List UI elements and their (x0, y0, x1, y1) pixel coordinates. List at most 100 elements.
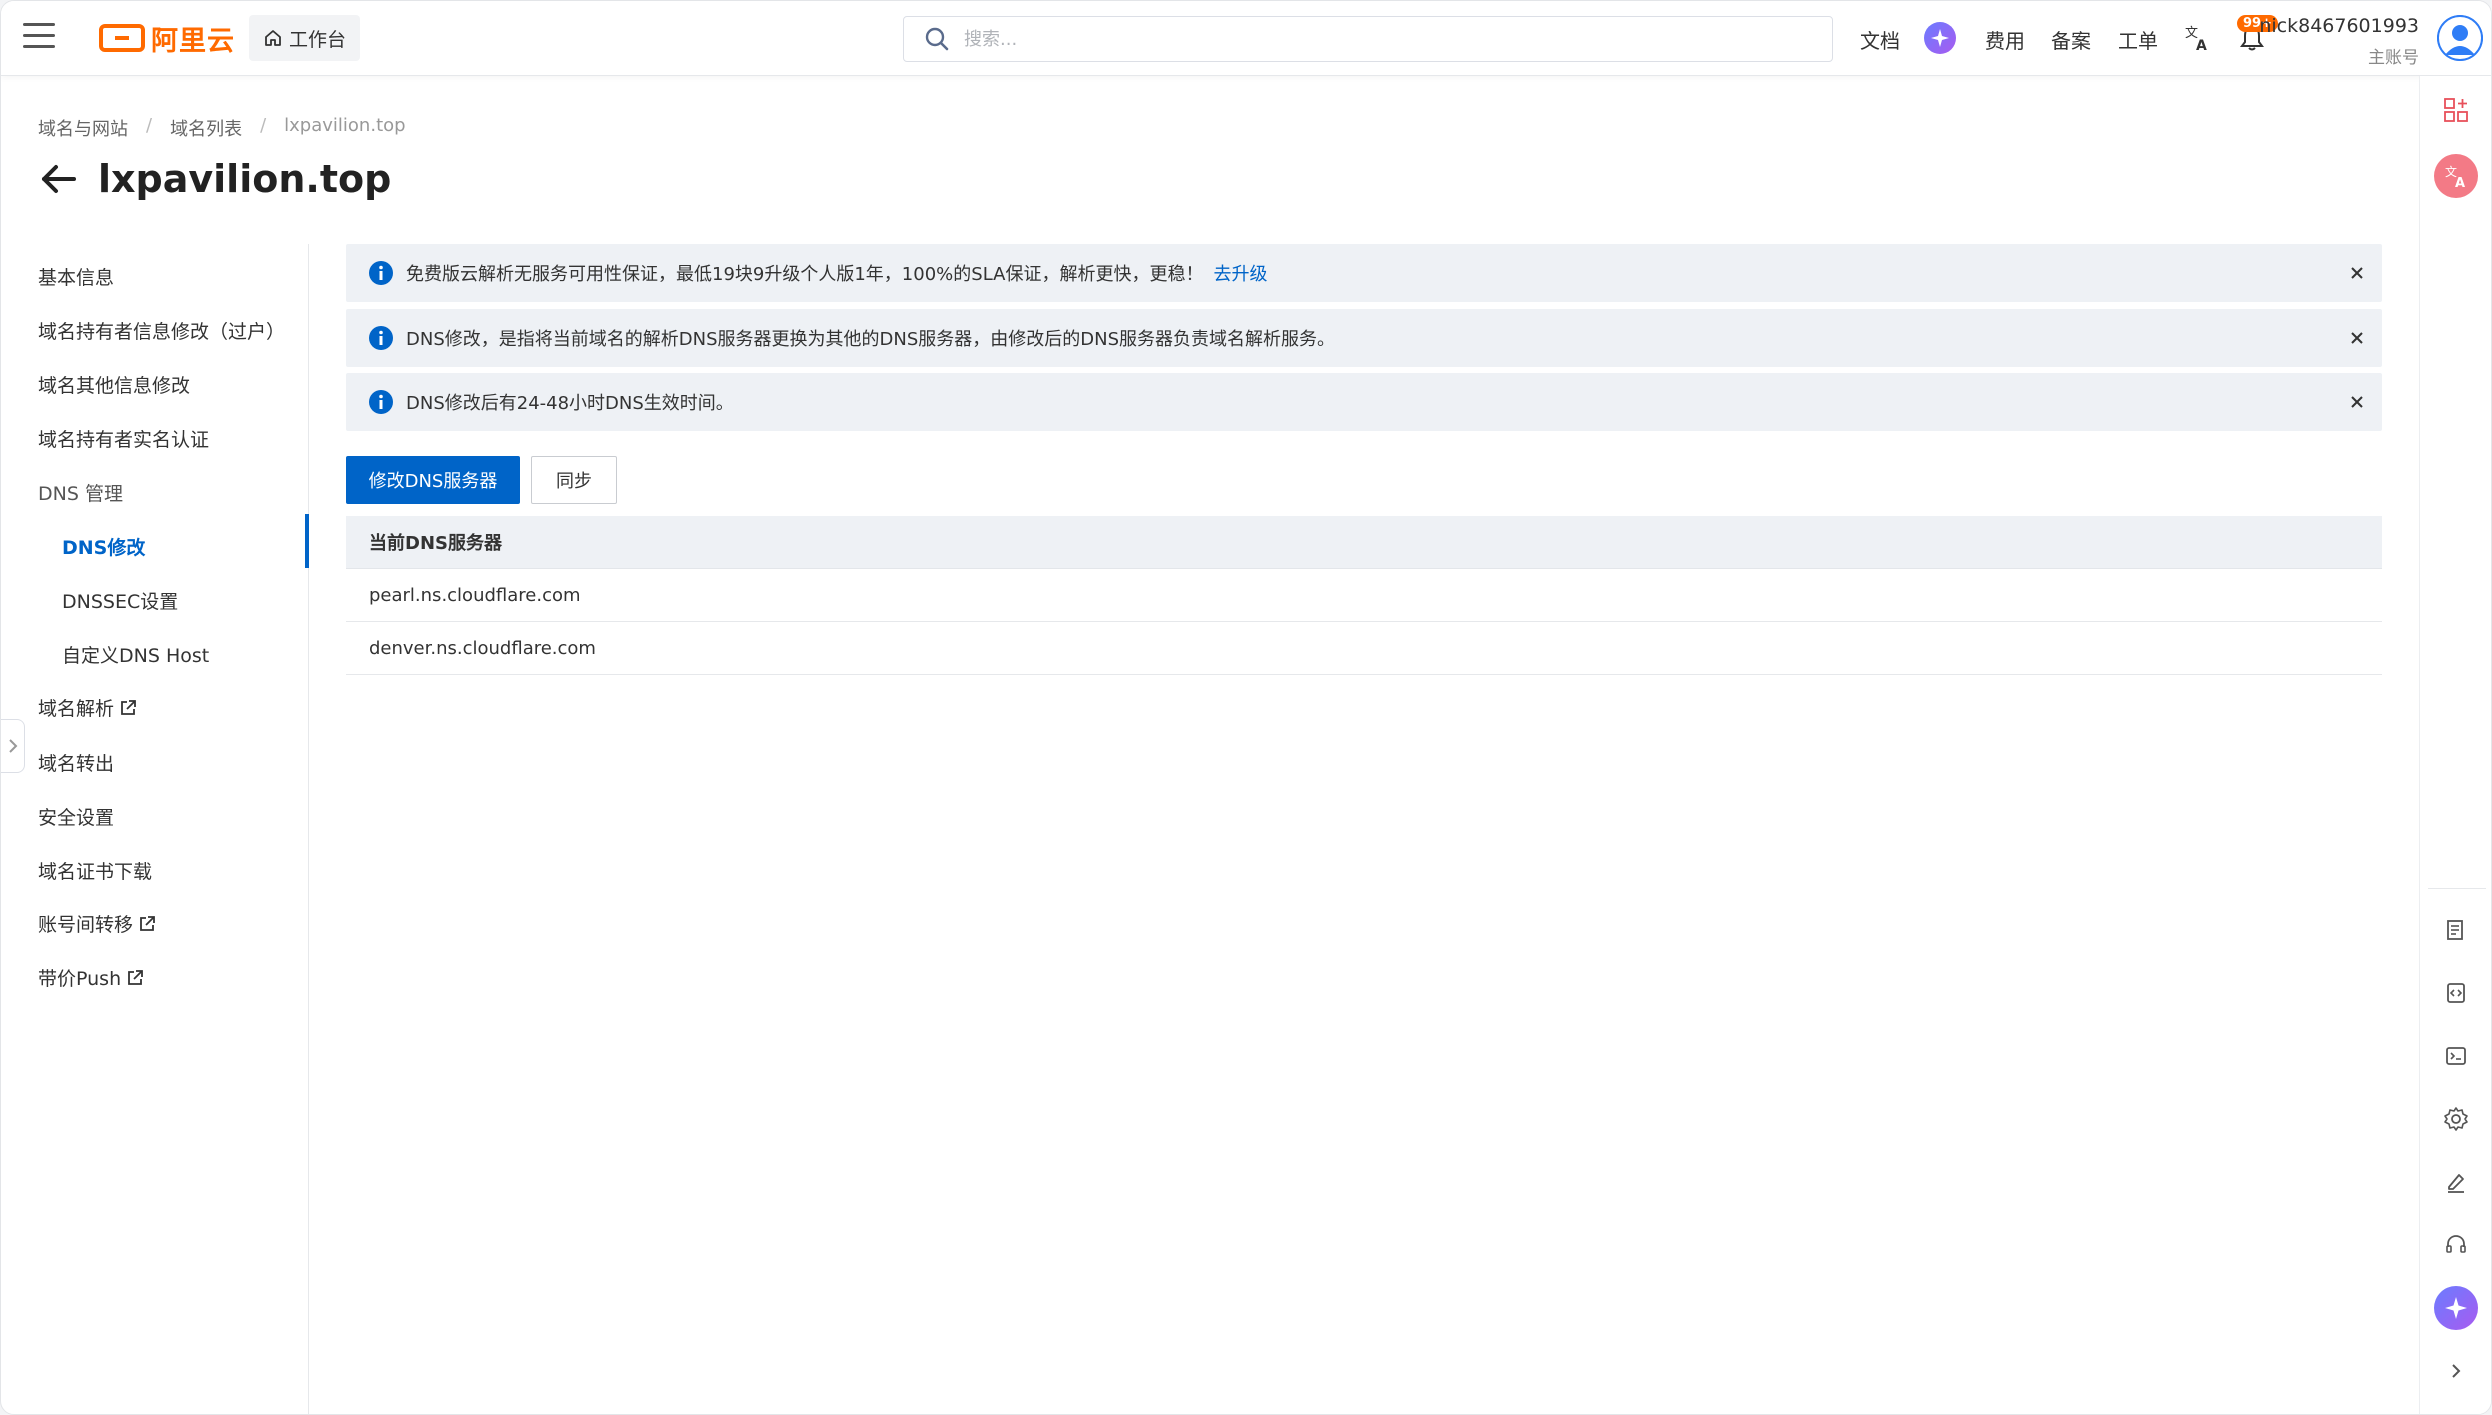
nav-item-owner-transfer[interactable]: 域名持有者信息修改（过户） (38, 317, 285, 344)
nav-item-dns-modify[interactable]: DNS修改 (62, 533, 145, 560)
info-icon (369, 326, 393, 350)
nav-item-domain-transfer-out[interactable]: 域名转出 (38, 749, 114, 776)
search-box[interactable] (903, 16, 1833, 62)
table-row: pearl.ns.cloudflare.com (346, 569, 2382, 622)
gear-icon (2444, 1107, 2468, 1131)
breadcrumb: 域名与网站 / 域名列表 / lxpavilion.top (38, 115, 406, 141)
nav-item-custom-dns-host[interactable]: 自定义DNS Host (62, 641, 209, 668)
nav-item-real-name-verify[interactable]: 域名持有者实名认证 (38, 425, 209, 452)
close-icon[interactable] (2350, 395, 2364, 409)
breadcrumb-domain-list[interactable]: 域名列表 (170, 115, 242, 141)
nav-item-label: 基本信息 (38, 267, 115, 289)
nav-item-label: 域名证书下载 (38, 861, 153, 883)
api-icon[interactable] (2434, 971, 2478, 1015)
external-link-icon (140, 916, 155, 931)
sync-button[interactable]: 同步 (531, 456, 617, 504)
notes-icon[interactable] (2434, 908, 2478, 952)
sparkle-icon (1931, 29, 1949, 47)
svg-text:A: A (2196, 38, 2207, 53)
nav-item-label: 域名解析 (38, 698, 115, 720)
info-icon (369, 390, 393, 414)
support-icon[interactable] (2434, 1223, 2478, 1267)
nav-item-other-info[interactable]: 域名其他信息修改 (38, 371, 190, 398)
console-window: 阿里云 工作台 文档 费用 备案 工单 文 A (0, 0, 2492, 1415)
app-grid-icon[interactable] (2434, 88, 2478, 132)
rail-expand-icon[interactable] (2434, 1349, 2478, 1393)
docs-link[interactable]: 文档 (1860, 25, 1900, 54)
alert-text: DNS修改，是指将当前域名的解析DNS服务器更换为其他的DNS服务器，由修改后的… (406, 329, 1335, 350)
nav-item-security-settings[interactable]: 安全设置 (38, 803, 114, 830)
alert-upgrade: 免费版云解析无服务可用性保证，最低19块9升级个人版1年，100%的SLA保证，… (346, 244, 2382, 302)
add-app-icon (2444, 98, 2468, 122)
search-input[interactable] (964, 28, 1784, 50)
breadcrumb-domains-websites[interactable]: 域名与网站 (38, 115, 128, 141)
page-header: lxpavilion.top (38, 157, 391, 201)
close-icon[interactable] (2350, 266, 2364, 280)
user-name[interactable]: nick8467601993 (2259, 15, 2419, 37)
cloud-shell-icon (2446, 1047, 2466, 1065)
translate-icon: 文 A (2445, 164, 2465, 189)
translate-assistant-icon[interactable]: 文 A (2434, 154, 2478, 198)
workbench-label: 工作台 (289, 28, 347, 51)
nav-item-label: DNSSEC设置 (62, 591, 179, 613)
info-icon (369, 261, 393, 285)
billing-link[interactable]: 费用 (1985, 25, 2025, 54)
sidebar-expand-handle[interactable] (1, 719, 25, 773)
chevron-right-icon (2452, 1364, 2461, 1378)
ai-assistant-icon[interactable] (1924, 22, 1956, 54)
workbench-button[interactable]: 工作台 (249, 15, 361, 61)
feedback-icon[interactable] (2434, 1160, 2478, 1204)
nav-group-dns-management: DNS 管理 (38, 479, 123, 506)
alert-dns-modify-info: DNS修改，是指将当前域名的解析DNS服务器更换为其他的DNS服务器，由修改后的… (346, 309, 2382, 367)
column-header-current-dns: 当前DNS服务器 (369, 533, 502, 554)
nav-item-label: 带价Push (38, 968, 122, 990)
ticket-link[interactable]: 工单 (2118, 25, 2158, 54)
aliyun-logo[interactable]: 阿里云 (99, 21, 235, 57)
top-bar: 阿里云 工作台 文档 费用 备案 工单 文 A (1, 1, 2491, 76)
menu-icon[interactable] (23, 23, 55, 51)
nav-active-indicator (305, 514, 309, 568)
alert-dns-propagation: DNS修改后有24-48小时DNS生效时间。 (346, 373, 2382, 431)
nav-item-label: 域名持有者实名认证 (38, 429, 210, 451)
code-doc-icon (2447, 983, 2465, 1003)
dns-server-table: 当前DNS服务器 pearl.ns.cloudflare.com denver.… (346, 516, 2382, 675)
edit-icon (2448, 1174, 2464, 1193)
table-header: 当前DNS服务器 (346, 516, 2382, 569)
alert-text: 免费版云解析无服务可用性保证，最低19块9升级个人版1年，100%的SLA保证，… (406, 264, 1204, 285)
left-nav: 基本信息 域名持有者信息修改（过户） 域名其他信息修改 域名持有者实名认证 DN… (1, 244, 309, 1414)
external-link-icon (128, 970, 144, 985)
nav-item-priced-push[interactable]: 带价Push (38, 964, 144, 991)
breadcrumb-current: lxpavilion.top (284, 115, 406, 136)
svg-text:A: A (2455, 176, 2465, 189)
nav-item-label: 账号间转移 (38, 914, 134, 936)
rail-divider (2428, 888, 2486, 889)
chevron-right-icon (8, 739, 17, 753)
nav-item-basic-info[interactable]: 基本信息 (38, 263, 114, 290)
aliyun-logo-mark (99, 24, 145, 52)
translate-icon[interactable]: 文 A (2183, 23, 2213, 53)
breadcrumb-separator: / (260, 115, 267, 136)
nav-item-label: 自定义DNS Host (62, 645, 210, 667)
back-arrow-icon[interactable] (38, 159, 78, 199)
table-row: denver.ns.cloudflare.com (346, 622, 2382, 675)
page-title: lxpavilion.top (98, 157, 392, 201)
nav-item-label: 域名持有者信息修改（过户） (38, 321, 286, 343)
ai-assistant-rail-icon[interactable] (2434, 1286, 2478, 1330)
right-toolbar: 文 A (2419, 76, 2491, 1414)
upgrade-link[interactable]: 去升级 (1213, 260, 1267, 286)
nav-item-dnssec[interactable]: DNSSEC设置 (62, 587, 178, 614)
breadcrumb-separator: / (146, 115, 153, 136)
close-icon[interactable] (2350, 331, 2364, 345)
settings-icon[interactable] (2434, 1097, 2478, 1141)
modify-dns-button[interactable]: 修改DNS服务器 (346, 456, 520, 504)
nav-group-label: DNS 管理 (38, 483, 123, 505)
avatar[interactable] (2437, 15, 2483, 61)
nav-item-certificate-download[interactable]: 域名证书下载 (38, 857, 152, 884)
nav-item-label: 域名其他信息修改 (38, 375, 191, 397)
terminal-icon[interactable] (2434, 1034, 2478, 1078)
dns-server-value: pearl.ns.cloudflare.com (369, 584, 581, 606)
icp-filing-link[interactable]: 备案 (2051, 25, 2091, 54)
nav-item-domain-resolution[interactable]: 域名解析 (38, 694, 137, 721)
nav-item-account-transfer[interactable]: 账号间转移 (38, 910, 156, 937)
external-link-icon (121, 700, 136, 715)
